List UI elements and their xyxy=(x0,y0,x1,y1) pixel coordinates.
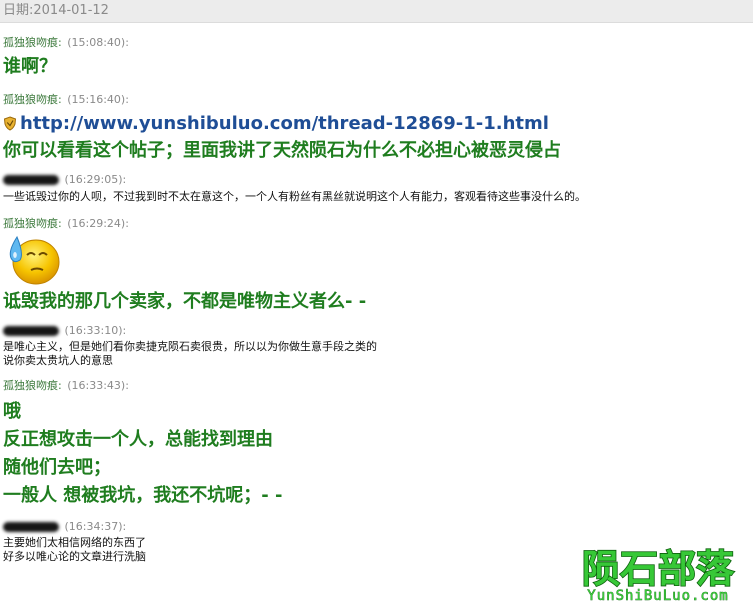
chat-message: 孤独狼吻痕: (16:29:24): 诋毁我的那几个卖家，不都是唯物主义者么- … xyxy=(0,217,753,314)
chat-log: 孤独狼吻痕: (15:08:40): 谁啊？ 孤独狼吻痕: (15:16:40)… xyxy=(0,36,753,564)
message-text: 谁啊？ xyxy=(3,56,57,77)
chat-message: 孤独狼吻痕: (15:16:40): http://www.yunshibulu… xyxy=(0,93,753,163)
message-header: (16:34:37): xyxy=(3,520,753,535)
sender-name[interactable]: 孤独狼吻痕: xyxy=(3,217,62,230)
message-time: (16:29:24): xyxy=(67,217,129,230)
message-text: 反正想攻击一个人，总能找到理由 xyxy=(3,429,273,450)
message-text: 诋毁我的那几个卖家，不都是唯物主义者么- - xyxy=(3,291,367,312)
redacted-sender-name xyxy=(3,326,59,336)
message-header: 孤独狼吻痕: (16:33:43): xyxy=(3,379,753,394)
message-time: (15:08:40): xyxy=(67,36,129,49)
watermark-title: 陨石部落 xyxy=(582,547,735,591)
message-text: 一些诋毁过你的人呗，不过我到时不太在意这个，一个人有粉丝有黑丝就说明这个人有能力… xyxy=(3,190,586,203)
message-text: 一般人 想被我坑，我还不坑呢；- - xyxy=(3,485,283,506)
date-label: 日期:2014-01-12 xyxy=(3,3,109,18)
message-header: (16:29:05): xyxy=(3,173,753,188)
message-text: 是唯心主义，但是她们看你卖捷克陨石卖很贵，所以以为你做生意手段之类的 xyxy=(3,340,377,353)
sender-name[interactable]: 孤独狼吻痕: xyxy=(3,36,62,49)
chat-message: (16:29:05): 一些诋毁过你的人呗，不过我到时不太在意这个，一个人有粉丝… xyxy=(0,173,753,204)
chat-message: 孤独狼吻痕: (16:33:43): 哦 反正想攻击一个人，总能找到理由 随他们… xyxy=(0,379,753,508)
date-bar: 日期:2014-01-12 xyxy=(0,0,753,23)
message-header: 孤独狼吻痕: (15:08:40): xyxy=(3,36,753,51)
message-header: 孤独狼吻痕: (15:16:40): xyxy=(3,93,753,108)
message-header: (16:33:10): xyxy=(3,324,753,339)
message-time: (16:34:37): xyxy=(64,520,127,533)
watermark-logo: 陨石部落 YunShiBuLuo.com xyxy=(581,546,736,604)
message-time: (16:33:43): xyxy=(67,379,129,392)
message-time: (15:16:40): xyxy=(67,93,129,106)
chat-message: 孤独狼吻痕: (15:08:40): 谁啊？ xyxy=(0,36,753,79)
redacted-sender-name xyxy=(3,175,59,185)
message-header: 孤独狼吻痕: (16:29:24): xyxy=(3,217,753,232)
message-text: 哦 xyxy=(3,401,21,422)
sender-name[interactable]: 孤独狼吻痕: xyxy=(3,93,62,106)
sweat-face-icon xyxy=(9,235,60,285)
message-time: (16:29:05): xyxy=(64,173,127,186)
watermark-subtitle: YunShiBuLuo.com xyxy=(587,588,728,604)
link-line: http://www.yunshibuluo.com/thread-12869-… xyxy=(3,112,753,136)
shield-icon xyxy=(3,116,17,135)
sender-name[interactable]: 孤独狼吻痕: xyxy=(3,379,62,392)
thread-link[interactable]: http://www.yunshibuluo.com/thread-12869-… xyxy=(20,113,549,134)
message-time: (16:33:10): xyxy=(64,324,127,337)
redacted-sender-name xyxy=(3,522,59,532)
message-text: 说你卖太贵坑人的意思 xyxy=(3,354,113,367)
message-text: 你可以看看这个帖子；里面我讲了天然陨石为什么不必担心被恶灵侵占 xyxy=(3,140,561,161)
chat-message: (16:33:10): 是唯心主义，但是她们看你卖捷克陨石卖很贵，所以以为你做生… xyxy=(0,324,753,368)
message-text: 随他们去吧； xyxy=(3,457,111,478)
